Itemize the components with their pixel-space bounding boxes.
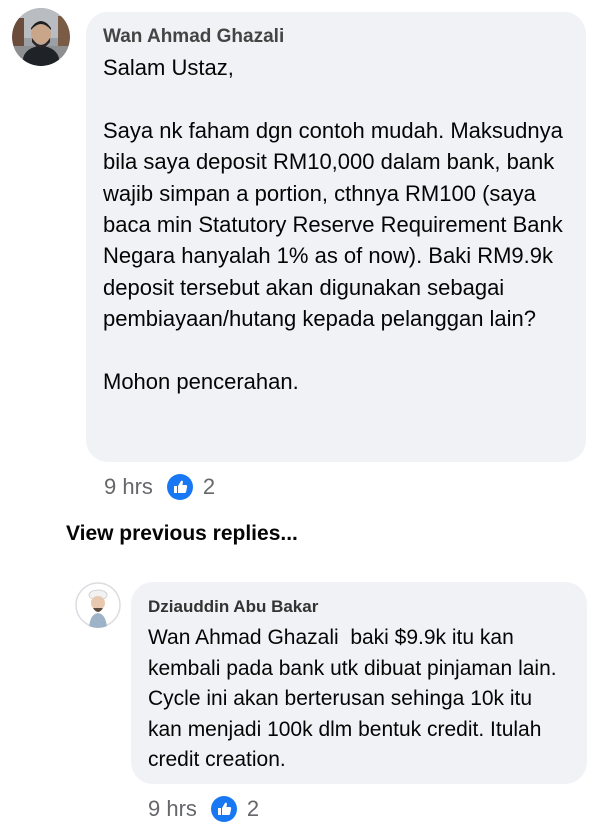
commenter-avatar[interactable] — [12, 8, 70, 66]
comment-bubble: Wan Ahmad Ghazali Salam Ustaz, Saya nk f… — [86, 12, 586, 462]
like-icon[interactable] — [210, 796, 237, 822]
reaction-count[interactable]: 2 — [203, 474, 215, 500]
commenter-avatar[interactable] — [75, 582, 121, 628]
comment-text: Salam Ustaz, Saya nk faham dgn contoh mu… — [103, 55, 563, 395]
comment-meta: 9 hrs 2 — [148, 796, 259, 822]
comment-author[interactable]: Dziauddin Abu Bakar — [148, 595, 571, 619]
like-icon[interactable] — [166, 474, 193, 500]
reply-bubble: Dziauddin Abu Bakar Wan Ahmad Ghazali ba… — [131, 582, 587, 784]
comment-timestamp[interactable]: 9 hrs — [148, 796, 197, 822]
reaction-count[interactable]: 2 — [247, 796, 259, 822]
comment-author[interactable]: Wan Ahmad Ghazali — [103, 24, 570, 50]
view-previous-replies-link[interactable]: View previous replies... — [66, 522, 298, 546]
comment-text: Wan Ahmad Ghazali baki $9.9k itu kan kem… — [148, 626, 563, 772]
comment-meta: 9 hrs 2 — [104, 474, 215, 500]
comment-timestamp[interactable]: 9 hrs — [104, 474, 153, 500]
